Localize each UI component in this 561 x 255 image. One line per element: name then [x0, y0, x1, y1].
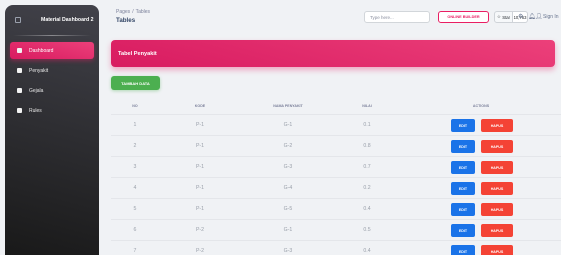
edit-button[interactable]: EDIT — [451, 224, 475, 237]
breadcrumb-current: Tables — [135, 9, 151, 15]
table-card-header: Tabel Penyakit — [111, 40, 555, 67]
column-header-no: NO — [132, 104, 138, 108]
cell-nama-penyakit: G-4 — [283, 185, 293, 191]
delete-button[interactable]: HAPUS — [481, 140, 513, 153]
edit-button[interactable]: EDIT — [451, 140, 475, 153]
sidebar-item-penyakit[interactable]: Penyakit — [10, 62, 94, 79]
table-row: 7 P-2 G-3 0.4 EDIT HAPUS — [111, 240, 561, 255]
gear-icon[interactable]: ⚙ — [518, 13, 523, 20]
cell-no: 6 — [133, 227, 137, 233]
table-icon — [17, 88, 22, 93]
delete-button[interactable]: HAPUS — [481, 245, 513, 255]
table-row: 6 P-2 G-1 0.5 EDIT HAPUS — [111, 219, 561, 241]
delete-button[interactable]: HAPUS — [481, 119, 513, 132]
table-row: 1 P-1 G-1 0.1 EDIT HAPUS — [111, 114, 561, 136]
cell-nilai: 0.4 — [363, 206, 371, 212]
column-header-nilai: NILAI — [362, 104, 372, 108]
star-label: Star — [502, 14, 511, 20]
table-row: 5 P-1 G-5 0.4 EDIT HAPUS — [111, 198, 561, 220]
cell-nilai: 0.5 — [363, 227, 371, 233]
dashboard-icon — [17, 48, 22, 53]
cell-kode: P-2 — [195, 227, 205, 233]
cell-kode: P-1 — [195, 122, 205, 128]
add-data-button[interactable]: TAMBAH DATA — [111, 76, 160, 90]
user-icon[interactable]: 👤︎ — [535, 13, 543, 20]
cell-nilai: 0.4 — [363, 248, 371, 254]
table-row: 4 P-1 G-4 0.2 EDIT HAPUS — [111, 177, 561, 199]
table-header: NO KODE NAMA PENYAKIT NILAI ACTIONS — [0, 104, 561, 112]
cell-kode: P-1 — [195, 185, 205, 191]
delete-button[interactable]: HAPUS — [481, 161, 513, 174]
edit-button[interactable]: EDIT — [451, 119, 475, 132]
cell-nilai: 0.7 — [363, 164, 371, 170]
cell-nama-penyakit: G-3 — [283, 248, 293, 254]
sign-in-link[interactable]: Sign In — [543, 14, 559, 20]
cell-kode: P-1 — [195, 164, 205, 170]
brand-logo-icon — [15, 17, 21, 23]
breadcrumb-separator: / — [132, 9, 134, 15]
cell-no: 3 — [133, 164, 137, 170]
cell-no: 2 — [133, 143, 137, 149]
sidebar-item-label: Penyakit — [29, 67, 49, 74]
cell-kode: P-1 — [195, 143, 205, 149]
table-icon — [17, 68, 22, 73]
delete-button[interactable]: HAPUS — [481, 224, 513, 237]
edit-button[interactable]: EDIT — [451, 182, 475, 195]
cell-kode: P-2 — [195, 248, 205, 254]
page-title: Tables — [116, 17, 136, 24]
table-row: 2 P-1 G-2 0.8 EDIT HAPUS — [111, 135, 561, 157]
column-header-kode: KODE — [194, 104, 206, 108]
delete-button[interactable]: HAPUS — [481, 182, 513, 195]
breadcrumb: Pages / Tables — [116, 9, 150, 15]
sidebar-item-gejala[interactable]: Gejala — [10, 82, 94, 99]
cell-no: 5 — [133, 206, 137, 212]
column-header-nama-penyakit: NAMA PENYAKIT — [273, 104, 303, 108]
edit-button[interactable]: EDIT — [451, 203, 475, 216]
github-star-button[interactable]: ☆ Star — [494, 11, 513, 23]
edit-button[interactable]: EDIT — [451, 161, 475, 174]
cell-no: 1 — [133, 122, 137, 128]
sidebar-item-label: Dashboard — [29, 47, 54, 54]
cell-nama-penyakit: G-3 — [283, 164, 293, 170]
cell-nama-penyakit: G-1 — [283, 227, 293, 233]
edit-button[interactable]: EDIT — [451, 245, 475, 255]
cell-nilai: 0.1 — [363, 122, 371, 128]
online-builder-button[interactable]: ONLINE BUILDER — [438, 11, 489, 23]
column-header-actions: ACTIONS — [472, 104, 490, 108]
card-title: Tabel Penyakit — [118, 50, 157, 57]
brand-name: Material Dashboard 2 — [41, 17, 94, 23]
cell-kode: P-1 — [195, 206, 205, 212]
table-row: 3 P-1 G-3 0.7 EDIT HAPUS — [111, 156, 561, 178]
cell-no: 7 — [133, 248, 137, 254]
sidebar-divider — [13, 35, 91, 36]
search-input[interactable] — [364, 11, 430, 23]
brand[interactable]: Material Dashboard 2 — [5, 5, 99, 35]
star-icon: ☆ — [496, 14, 501, 19]
sidebar: Material Dashboard 2 Dashboard Penyakit … — [5, 5, 99, 255]
cell-no: 4 — [133, 185, 137, 191]
cell-nama-penyakit: G-1 — [283, 122, 293, 128]
breadcrumb-root[interactable]: Pages — [116, 9, 130, 15]
cell-nama-penyakit: G-2 — [283, 143, 293, 149]
cell-nilai: 0.2 — [363, 185, 371, 191]
delete-button[interactable]: HAPUS — [481, 203, 513, 216]
sidebar-item-dashboard[interactable]: Dashboard — [10, 42, 94, 59]
sidebar-item-label: Gejala — [29, 87, 44, 94]
cell-nama-penyakit: G-5 — [283, 206, 293, 212]
cell-nilai: 0.8 — [363, 143, 371, 149]
